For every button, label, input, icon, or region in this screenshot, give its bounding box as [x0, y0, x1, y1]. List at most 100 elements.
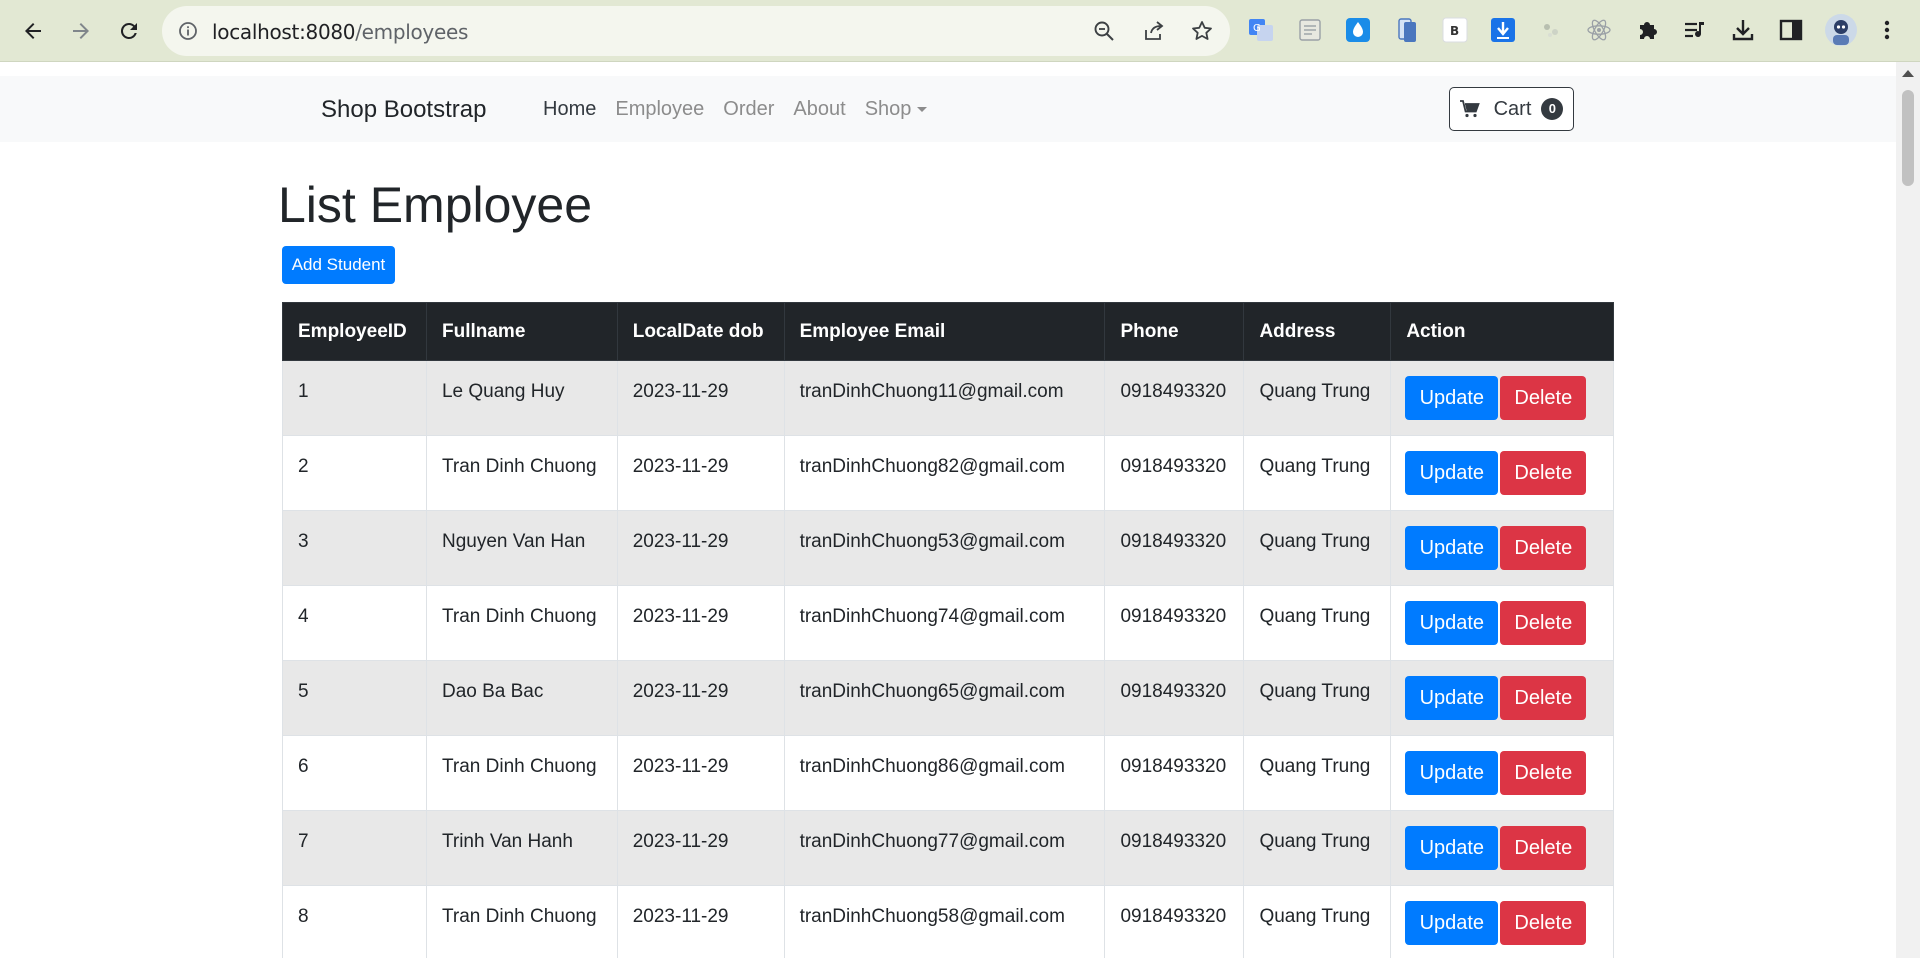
delete-button[interactable]: Delete [1500, 601, 1587, 645]
reload-icon [120, 22, 137, 39]
translate-extension[interactable]: G [1248, 17, 1274, 43]
cell-email: tranDinhChuong65@gmail.com [783, 660, 1106, 736]
react-extension-icon [1587, 19, 1611, 41]
cell-action: Update Delete [1390, 510, 1614, 586]
nav-link-home[interactable]: Home [543, 98, 596, 121]
nav-links: Home Employee Order About Shop [543, 98, 946, 121]
side-panel-button[interactable] [1778, 17, 1804, 43]
navbar: Shop Bootstrap Home Employee Order About… [0, 76, 1896, 142]
update-button[interactable]: Update [1405, 376, 1499, 420]
delete-button[interactable]: Delete [1500, 901, 1587, 945]
cell-employee-id: 1 [282, 360, 427, 436]
cell-action: Update Delete [1390, 735, 1614, 811]
download-extension-icon [1491, 18, 1515, 42]
media-queue-button[interactable] [1682, 17, 1708, 43]
delete-button[interactable]: Delete [1500, 676, 1587, 720]
delete-button[interactable]: Delete [1500, 526, 1587, 570]
react-extension[interactable] [1586, 17, 1612, 43]
svg-text:B: B [1450, 24, 1459, 38]
cell-address: Quang Trung [1243, 585, 1392, 661]
delete-button[interactable]: Delete [1500, 451, 1587, 495]
profile-button[interactable] [1824, 13, 1858, 47]
cell-dob: 2023-11-29 [616, 510, 785, 586]
cell-employee-id: 8 [282, 885, 427, 958]
cell-fullname: Tran Dinh Chuong [425, 585, 618, 661]
cell-employee-id: 7 [282, 810, 427, 886]
employee-table: EmployeeID Fullname LocalDate dob Employee … [282, 302, 1614, 958]
share-icon[interactable] [1142, 19, 1166, 43]
delete-button[interactable]: Delete [1500, 376, 1587, 420]
reload-button[interactable] [111, 13, 147, 49]
update-button[interactable]: Update [1405, 526, 1499, 570]
add-student-button[interactable]: Add Student [282, 246, 395, 284]
cell-employee-id: 3 [282, 510, 427, 586]
cell-address: Quang Trung [1243, 810, 1392, 886]
table-row: 4 Tran Dinh Chuong 2023-11-29 tranDinhChuon… [282, 585, 1614, 661]
side-panel-icon [1779, 19, 1803, 41]
dots-extension[interactable] [1538, 17, 1564, 43]
cell-dob: 2023-11-29 [616, 735, 785, 811]
cell-employee-id: 6 [282, 735, 427, 811]
nav-link-about[interactable]: About [793, 98, 845, 121]
cell-action: Update Delete [1390, 810, 1614, 886]
update-button[interactable]: Update [1405, 901, 1499, 945]
bootstrap-extension[interactable]: B [1442, 17, 1468, 43]
url-host: localhost:8080 [212, 20, 356, 44]
media-queue-icon [1685, 22, 1704, 38]
downloads-button[interactable] [1730, 17, 1756, 43]
cell-email: tranDinhChuong82@gmail.com [783, 435, 1106, 511]
cell-employee-id: 5 [282, 660, 427, 736]
table-row: 1 Le Quang Huy 2023-11-29 tranDinhChuong11@… [282, 360, 1614, 436]
cell-fullname: Tran Dinh Chuong [425, 885, 618, 958]
table-body: 1 Le Quang Huy 2023-11-29 tranDinhChuong11@… [282, 360, 1614, 958]
cell-phone: 0918493320 [1104, 735, 1245, 811]
navbar-brand[interactable]: Shop Bootstrap [321, 96, 486, 124]
forward-button[interactable] [63, 13, 99, 49]
column-header-action: Action [1390, 302, 1614, 361]
cell-phone: 0918493320 [1104, 585, 1245, 661]
phone-extension[interactable] [1394, 17, 1420, 43]
cell-address: Quang Trung [1243, 885, 1392, 958]
dots-extension-icon [1544, 24, 1558, 37]
cell-employee-id: 4 [282, 585, 427, 661]
cell-address: Quang Trung [1243, 510, 1392, 586]
update-button[interactable]: Update [1405, 826, 1499, 870]
nav-link-employee[interactable]: Employee [615, 98, 704, 121]
cell-address: Quang Trung [1243, 360, 1392, 436]
downloads-icon [1732, 20, 1754, 41]
column-header-dob: LocalDate dob [616, 302, 785, 361]
update-button[interactable]: Update [1405, 451, 1499, 495]
cell-phone: 0918493320 [1104, 360, 1245, 436]
nav-dropdown-shop[interactable]: Shop [865, 98, 928, 121]
drop-extension[interactable] [1345, 17, 1371, 43]
back-button[interactable] [15, 13, 51, 49]
cell-email: tranDinhChuong58@gmail.com [783, 885, 1106, 958]
delete-button[interactable]: Delete [1500, 826, 1587, 870]
table-header: EmployeeID Fullname LocalDate dob Employee … [282, 302, 1614, 361]
zoom-out-icon[interactable] [1092, 19, 1116, 43]
update-button[interactable]: Update [1405, 751, 1499, 795]
address-bar[interactable]: localhost:8080/employees [162, 6, 1230, 56]
nav-link-order[interactable]: Order [723, 98, 774, 121]
reader-extension[interactable] [1297, 17, 1323, 43]
column-header-fullname: Fullname [425, 302, 618, 361]
more-menu-button[interactable] [1874, 17, 1900, 43]
url-path: /employees [355, 20, 469, 44]
cell-action: Update Delete [1390, 435, 1614, 511]
download-extension[interactable] [1490, 17, 1516, 43]
extensions-button[interactable] [1634, 17, 1660, 43]
scrollbar-thumb[interactable] [1902, 90, 1914, 186]
url-text[interactable]: localhost:8080/employees [212, 20, 468, 44]
table-row: 5 Dao Ba Bac 2023-11-29 tranDinhChuong65@gm… [282, 660, 1614, 736]
page-scrollbar[interactable] [1896, 62, 1920, 958]
update-button[interactable]: Update [1405, 601, 1499, 645]
delete-button[interactable]: Delete [1500, 751, 1587, 795]
cell-email: tranDinhChuong11@gmail.com [783, 360, 1106, 436]
bookmark-star-icon[interactable] [1190, 19, 1214, 43]
info-icon[interactable] [178, 21, 198, 41]
cart-count-badge: 0 [1541, 98, 1564, 120]
cell-fullname: Tran Dinh Chuong [425, 435, 618, 511]
cart-button[interactable]: Cart 0 [1449, 87, 1574, 131]
update-button[interactable]: Update [1405, 676, 1499, 720]
scroll-up-arrow-icon[interactable] [1902, 70, 1914, 77]
